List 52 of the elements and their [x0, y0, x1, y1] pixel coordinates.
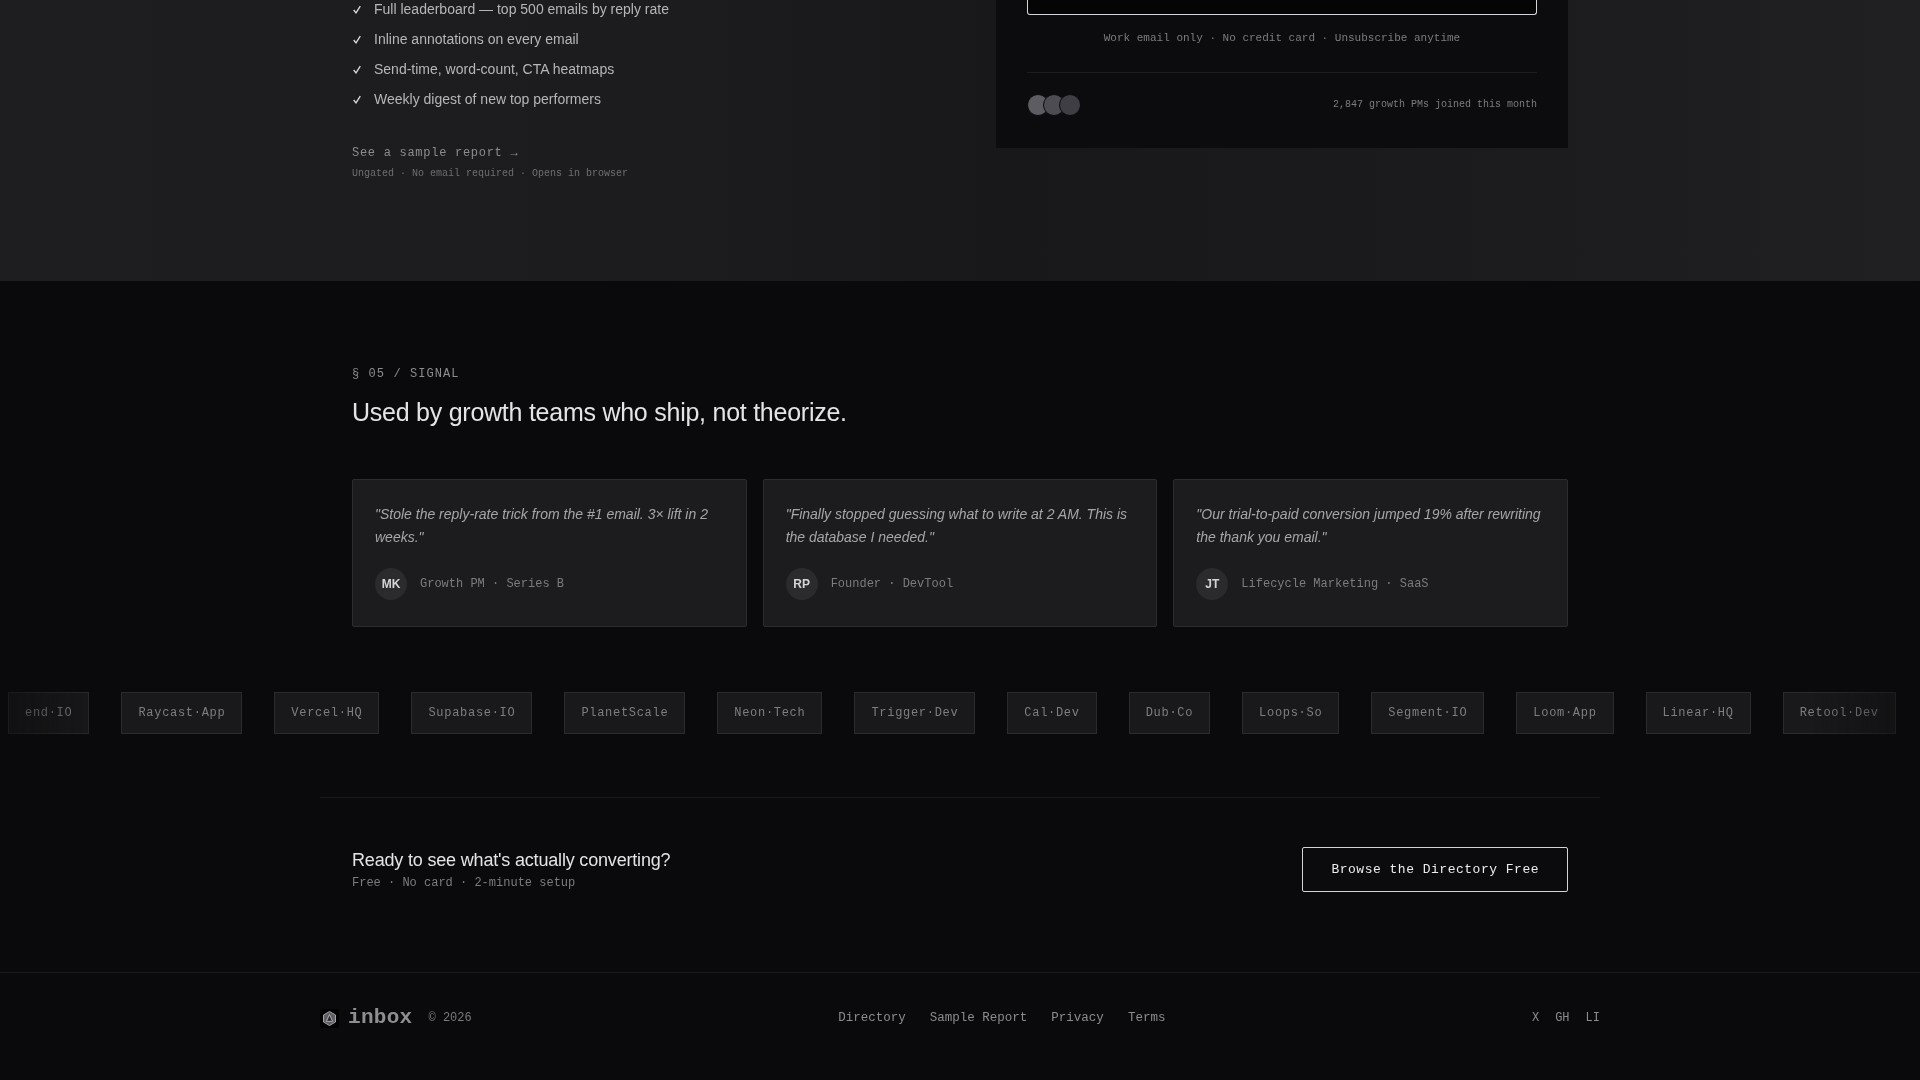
feature-text: Full leaderboard — top 500 emails by reply rate: [374, 0, 669, 18]
copyright-text: © 2026: [428, 1010, 472, 1026]
company-logo: Dub·Co: [1128, 692, 1211, 734]
section-heading: Used by growth teams who ship, not theorize.: [352, 397, 847, 427]
sample-report-note: Ungated · No email required · Opens in browser: [352, 167, 629, 181]
company-logo: Loops·So: [1242, 692, 1340, 734]
footer-link[interactable]: Privacy: [1051, 1010, 1104, 1026]
author-avatar: RP: [785, 568, 818, 600]
email-field[interactable]: [1027, 0, 1537, 15]
company-logo: Segment·IO: [1371, 692, 1485, 734]
check-icon: [353, 4, 361, 14]
author-role: Lifecycle Marketing · SaaS: [1241, 576, 1429, 592]
feature-text: Weekly digest of new top performers: [374, 90, 601, 108]
company-logo: PlanetScale: [564, 692, 686, 734]
brand-name: inbox: [348, 1006, 413, 1030]
author-avatar: MK: [375, 568, 407, 600]
author-role: Founder · DevTool: [830, 576, 954, 592]
sample-report-link[interactable]: See a sample report →: [352, 144, 519, 162]
section-eyebrow: § 05 / SIGNAL: [352, 366, 460, 382]
social-link[interactable]: LI: [1585, 1010, 1600, 1026]
cta-subtitle: Free · No card · 2-minute setup: [352, 875, 576, 891]
company-logo: Neon·Tech: [717, 692, 823, 734]
company-logo: Linear·HQ: [1645, 692, 1751, 734]
footer-link[interactable]: Terms: [1127, 1010, 1166, 1026]
testimonial-quote: "Our trial-to-paid conversion jumped 19% after rewriting the thank you email.": [1196, 505, 1542, 547]
social-link[interactable]: GH: [1555, 1010, 1570, 1026]
social-link[interactable]: X: [1531, 1010, 1540, 1026]
company-logo: Trigger·Dev: [854, 692, 976, 734]
author-avatar: JT: [1196, 568, 1229, 600]
company-logo: Cal·Dev: [1007, 692, 1097, 734]
author-role: Growth PM · Series B: [420, 576, 565, 592]
company-logo: end·IO: [8, 692, 90, 734]
company-logo: Vercel·HQ: [274, 692, 380, 734]
company-logo: Supabase·IO: [411, 692, 533, 734]
feature-text: Inline annotations on every email: [374, 30, 579, 48]
avatar-icon: [1059, 94, 1081, 116]
testimonial-quote: "Finally stopped guessing what to write at 2 AM. This is the database I needed.": [785, 505, 1129, 547]
company-logo: Raycast·App: [121, 692, 243, 734]
browse-directory-button[interactable]: Browse the Directory Free: [1302, 847, 1568, 892]
check-icon: [353, 64, 361, 74]
check-icon: [353, 94, 361, 104]
signup-microcopy: Work email only · No credit card · Unsubscribe anytime: [1103, 31, 1461, 45]
company-logo: Retool·Dev: [1782, 692, 1896, 734]
cta-title: Ready to see what's actually converting?: [352, 849, 671, 872]
social-proof-text: 2,847 growth PMs joined this month: [1332, 98, 1537, 112]
hexagon-logo-icon: [320, 1008, 339, 1028]
company-logo: Loom·App: [1516, 692, 1614, 734]
check-icon: [353, 34, 361, 44]
testimonial-quote: "Stole the reply-rate trick from the #1 email. 3× lift in 2 weeks.": [375, 505, 709, 547]
footer-link[interactable]: Sample Report: [929, 1010, 1028, 1026]
feature-text: Send-time, word-count, CTA heatmaps: [374, 60, 615, 78]
footer-link[interactable]: Directory: [838, 1010, 906, 1026]
